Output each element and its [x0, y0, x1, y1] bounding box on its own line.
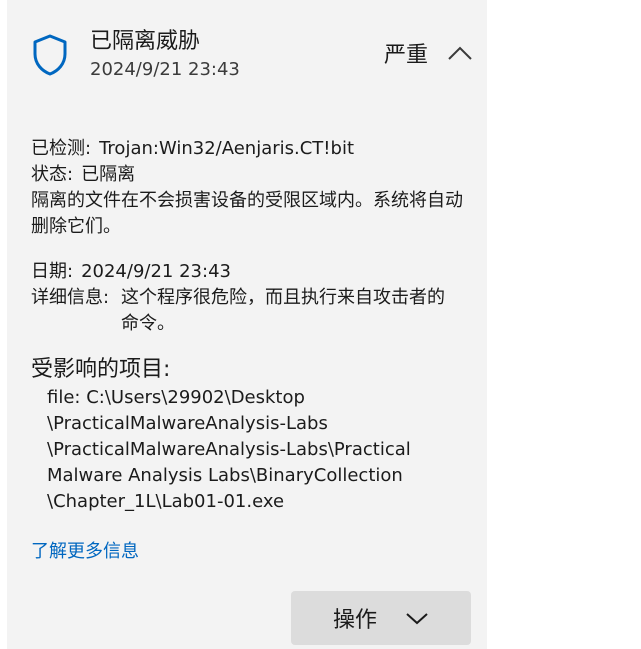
path-line: Malware Analysis Labs\BinaryCollection — [47, 465, 403, 486]
threat-timestamp: 2024/9/21 23:43 — [90, 59, 240, 80]
threat-panel: 已隔离威胁 2024/9/21 23:43 严重 已检测: Trojan:Win… — [7, 0, 487, 649]
chevron-down-icon — [406, 613, 428, 625]
path-line: \PracticalMalwareAnalysis-Labs — [47, 413, 328, 434]
status-row: 状态: 已隔离 — [31, 162, 135, 188]
details-value: 这个程序很危险，而且执行来自攻击者的命令。 — [121, 287, 445, 334]
affected-items-heading: 受影响的项目: — [31, 357, 171, 382]
date-row: 日期: 2024/9/21 23:43 — [31, 259, 231, 285]
severity-label: 严重 — [384, 43, 429, 68]
chevron-up-icon[interactable] — [447, 42, 473, 64]
actions-button-label: 操作 — [332, 608, 377, 633]
path-line: \PracticalMalwareAnalysis-Labs\Practical — [47, 439, 411, 460]
shield-icon — [33, 34, 67, 76]
details-row: 详细信息: 这个程序很危险，而且执行来自攻击者的命令。 — [31, 285, 461, 337]
threat-title: 已隔离威胁 — [90, 29, 201, 54]
detected-label: 已检测: — [31, 138, 92, 159]
date-label: 日期: — [31, 261, 74, 282]
learn-more-link[interactable]: 了解更多信息 — [31, 539, 139, 565]
path-line: \Chapter_1L\Lab01-01.exe — [47, 491, 285, 512]
affected-item-path: file: C:\Users\29902\Desktop \PracticalM… — [47, 385, 427, 515]
detected-value: Trojan:Win32/Aenjaris.CT!bit — [99, 138, 355, 159]
date-value: 2024/9/21 23:43 — [81, 261, 231, 282]
actions-button[interactable]: 操作 — [291, 591, 471, 645]
detected-row: 已检测: Trojan:Win32/Aenjaris.CT!bit — [31, 136, 354, 162]
status-label: 状态: — [31, 164, 74, 185]
details-label: 详细信息: — [31, 287, 110, 308]
path-line: file: C:\Users\29902\Desktop — [47, 387, 305, 408]
status-value: 已隔离 — [81, 164, 136, 185]
quarantine-description: 隔离的文件在不会损害设备的受限区域内。系统将自动删除它们。 — [31, 190, 463, 237]
